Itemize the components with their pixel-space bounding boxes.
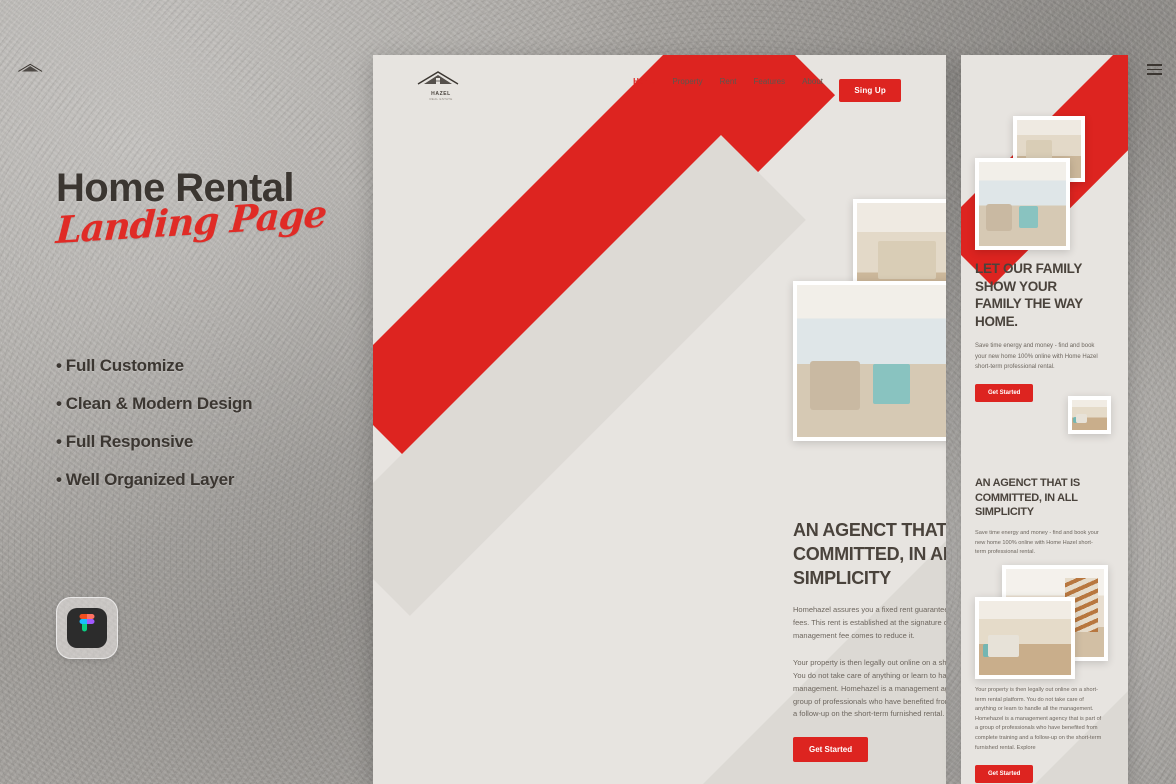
mobile-hero-text-block: LET OUR FAMILY SHOW YOUR FAMILY THE WAY …: [975, 260, 1103, 403]
feature-label: Full Responsive: [65, 432, 194, 451]
section2-headline: AN AGENCT THAT IS COMMITTED, IN ALL SIMP…: [793, 520, 946, 588]
feature-label: Clean & Modern Design: [65, 394, 253, 413]
section2-paragraph-2: Your property is then legally out online…: [793, 657, 946, 719]
sign-up-button[interactable]: Sing Up: [839, 79, 901, 102]
feature-label: Full Customize: [65, 356, 184, 375]
promo-heading-block: Home Rental Landing Page: [55, 167, 366, 251]
photo-image: [979, 162, 1066, 246]
nav-item-about[interactable]: About: [802, 77, 823, 86]
hero-photo-livingroom: [793, 281, 946, 441]
bullet-icon: •: [56, 356, 62, 375]
logo-tagline: REAL ESTATE: [429, 97, 453, 101]
photo-image: [797, 285, 946, 437]
list-item: • Full Responsive: [56, 432, 252, 452]
section2-get-started-button[interactable]: Get Started: [793, 737, 869, 763]
house-roof-logo-icon: [18, 63, 43, 72]
mobile-hero-headline: LET OUR FAMILY SHOW YOUR FAMILY THE WAY …: [975, 261, 1083, 329]
bullet-icon: •: [56, 432, 62, 451]
hamburger-menu-icon[interactable]: [1147, 64, 1162, 75]
figma-badge: [56, 597, 118, 659]
figma-logo-glyph: [79, 614, 95, 632]
bullet-icon: •: [56, 394, 62, 413]
list-item: • Clean & Modern Design: [56, 394, 253, 414]
nav-item-property[interactable]: Property: [672, 77, 702, 86]
burger-line: [1147, 73, 1162, 75]
nav-menu: Home Property Rent Features About: [633, 77, 823, 86]
list-item: • Full Customize: [56, 356, 252, 376]
mobile-section3-text-block: Your property is then legally out online…: [975, 686, 1103, 784]
nav-item-home[interactable]: Home: [633, 77, 655, 86]
mobile-section2-photo-bedroom: [975, 597, 1075, 679]
section2-paragraph-1: Homehazel assures you a fixed rent guara…: [793, 605, 946, 641]
feature-label: Well Organized Layer: [65, 470, 235, 489]
navbar: HAZEL REAL ESTATE Home Property Rent Fea…: [373, 55, 901, 117]
desktop-mockup: HAZEL REAL ESTATE Home Property Rent Fea…: [373, 55, 946, 784]
mobile-site-logo[interactable]: [16, 62, 48, 80]
list-item: • Well Organized Layer: [56, 470, 252, 490]
feature-list: • Full Customize • Clean & Modern Design •…: [56, 356, 253, 508]
burger-line: [1147, 68, 1162, 71]
nav-item-rent[interactable]: Rent: [720, 77, 737, 86]
mobile-section2-paragraph: Save time energy and money - find and bo…: [975, 530, 1099, 556]
mobile-hero-get-started-button[interactable]: Get Started: [975, 384, 1034, 403]
bullet-icon: •: [56, 470, 62, 489]
burger-line: [1147, 64, 1162, 66]
figma-icon: [67, 608, 107, 648]
mobile-section2-headline: AN AGENCT THAT IS COMMITTED, IN ALL SIMP…: [975, 477, 1080, 519]
nav-item-features[interactable]: Features: [754, 77, 786, 86]
photo-image: [1072, 400, 1107, 430]
mobile-section2-text-block: AN AGENCT THAT IS COMMITTED, IN ALL SIMP…: [975, 476, 1103, 558]
site-logo[interactable]: HAZEL REAL ESTATE: [414, 69, 468, 101]
photo-image: [979, 601, 1071, 675]
section2-text-block: AN AGENCT THAT IS COMMITTED, IN ALL SIMP…: [793, 519, 946, 763]
mobile-hero-paragraph: Save time energy and money - find and bo…: [975, 343, 1098, 370]
mobile-section3-get-started-button[interactable]: Get Started: [975, 765, 1034, 784]
house-roof-logo-icon: [417, 71, 459, 85]
mobile-hero-photo-livingroom: [975, 158, 1070, 250]
mobile-section3-paragraph: Your property is then legally out online…: [975, 687, 1102, 751]
